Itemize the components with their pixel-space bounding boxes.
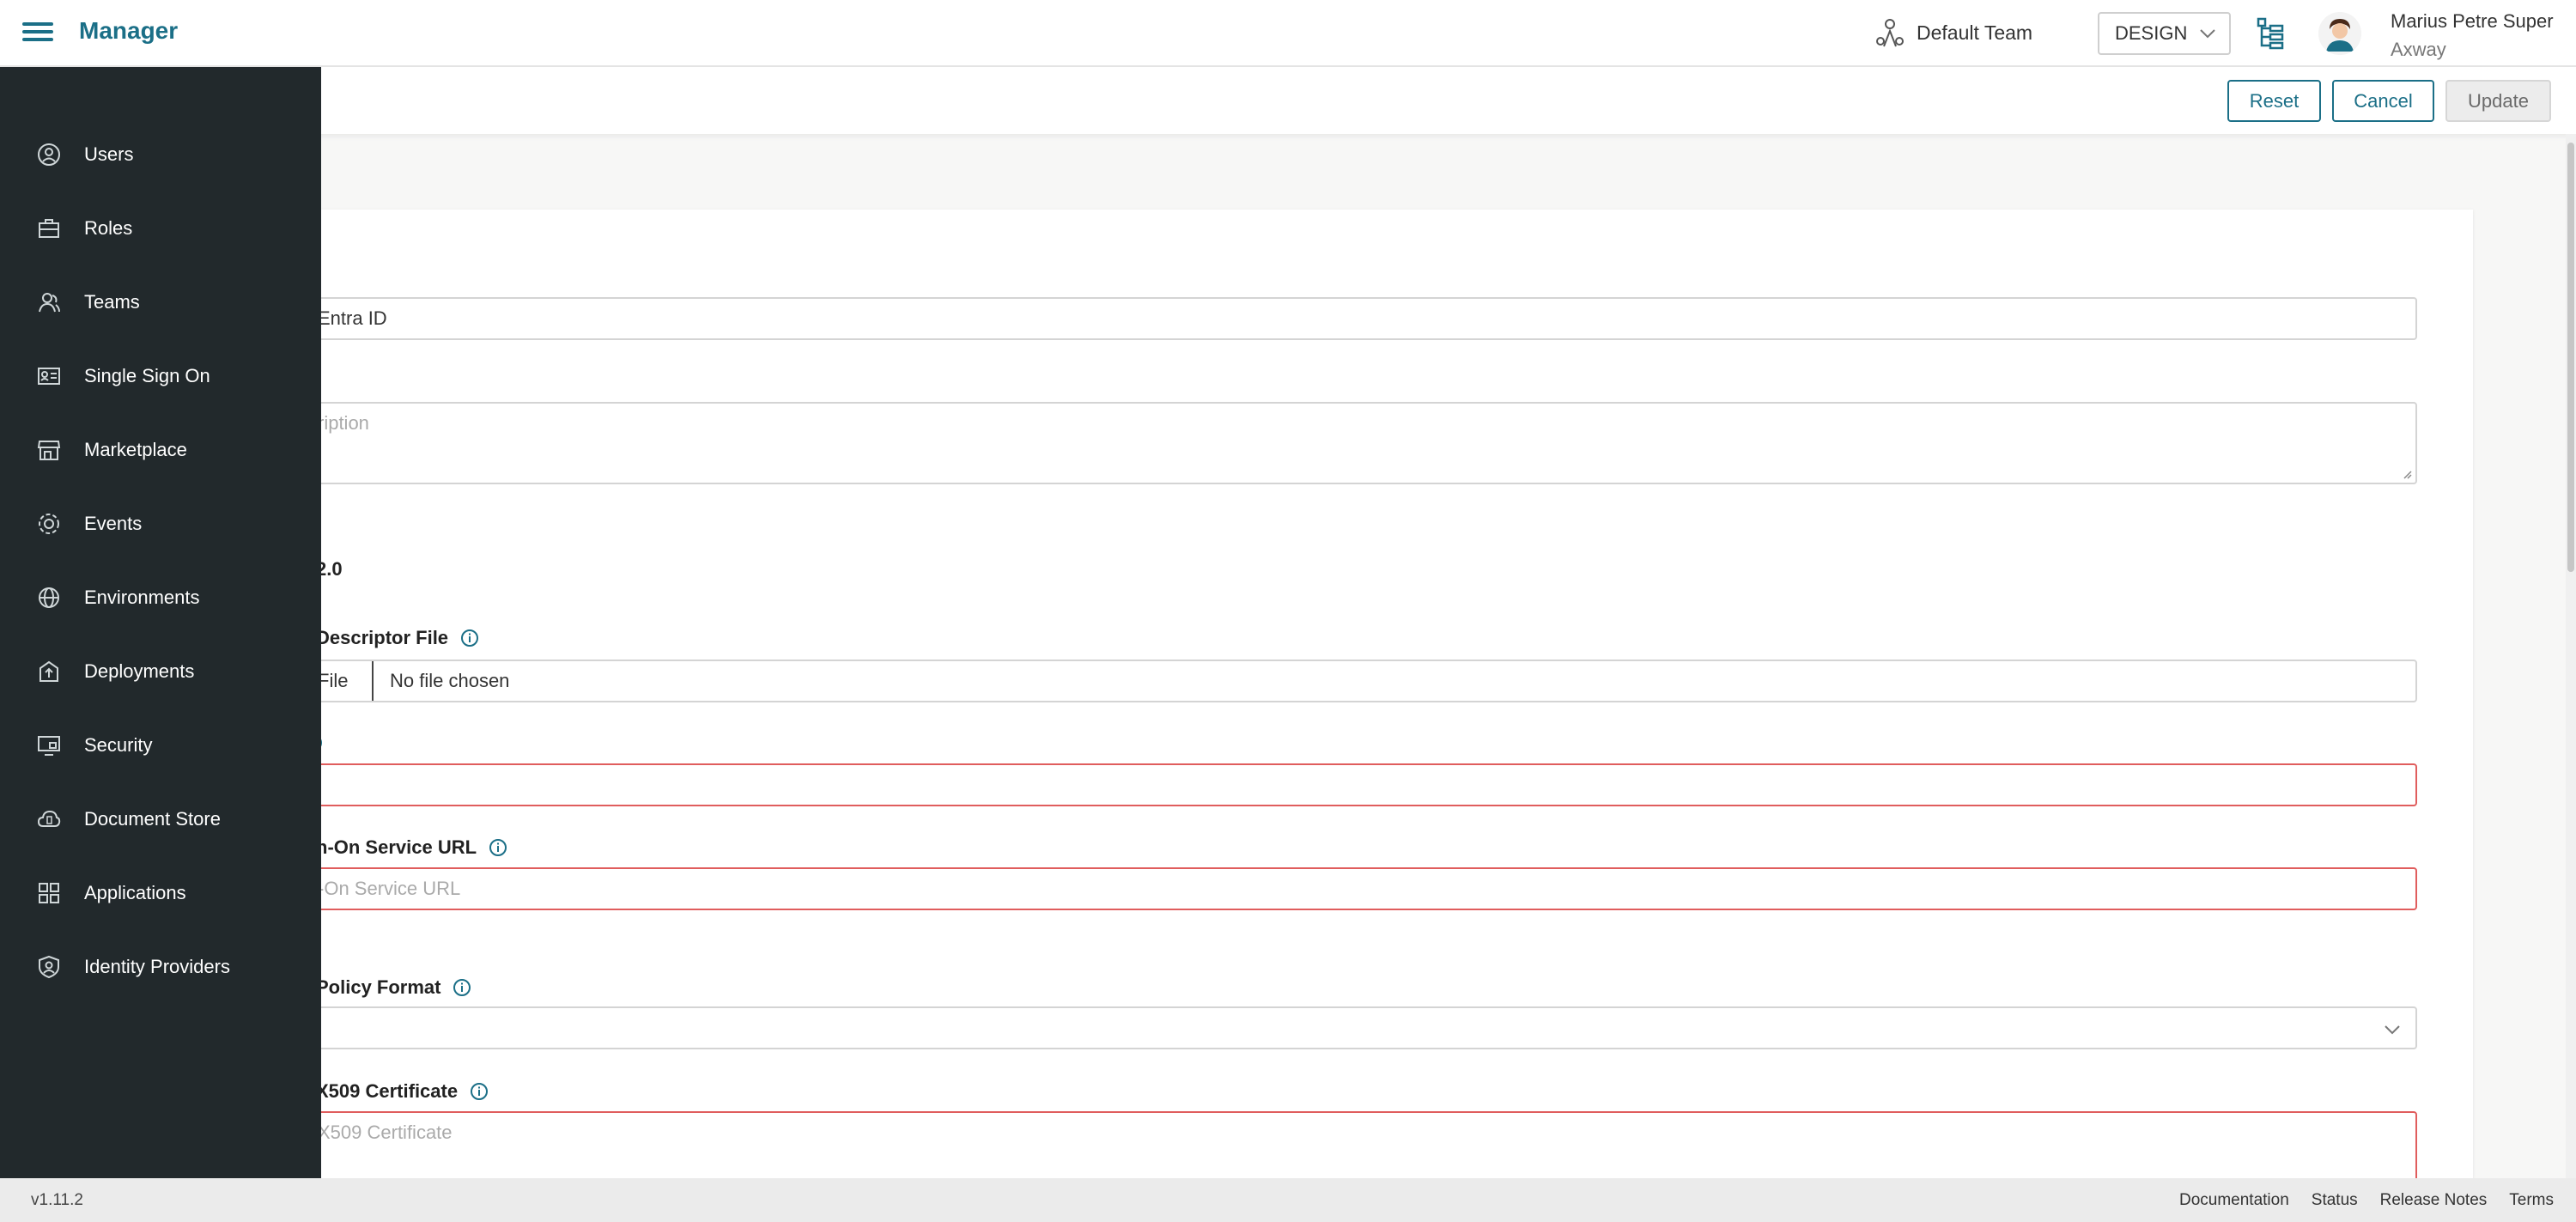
sidebar-item-environments[interactable]: Environments xyxy=(0,561,321,635)
sidebar-nav: Users Roles Teams Single Sign On Marketp… xyxy=(0,67,321,1178)
sso-url-input[interactable]: -On Service URL xyxy=(309,867,2417,910)
file-status: No file chosen xyxy=(390,670,510,691)
sidebar-item-identity-providers[interactable]: Identity Providers xyxy=(0,930,321,1004)
status-link[interactable]: Status xyxy=(2312,1191,2358,1210)
monitor-lock-icon xyxy=(38,736,60,756)
app-version: v1.11.2 xyxy=(31,1191,83,1209)
release-notes-link[interactable]: Release Notes xyxy=(2380,1191,2488,1210)
user-info[interactable]: Marius Petre Super Axway xyxy=(2391,7,2554,64)
sso-url-placeholder: -On Service URL xyxy=(318,878,461,899)
sidebar-item-label: Security xyxy=(84,734,153,756)
id-card-icon xyxy=(38,368,60,385)
resize-handle-icon[interactable] xyxy=(2402,469,2412,479)
x509-certificate-label: X509 Certificate xyxy=(316,1080,489,1103)
hamburger-menu-icon[interactable] xyxy=(22,19,53,46)
store-icon xyxy=(37,441,61,460)
team-switcher[interactable]: Default Team xyxy=(1875,17,2032,48)
sidebar-item-marketplace[interactable]: Marketplace xyxy=(0,413,321,487)
sidebar-item-label: Identity Providers xyxy=(84,956,230,977)
policy-format-label-text: Policy Format xyxy=(316,976,441,998)
environment-select[interactable]: DESIGN xyxy=(2098,12,2231,55)
user-name: Marius Petre Super xyxy=(2391,10,2554,32)
user-avatar-icon xyxy=(2318,12,2361,55)
team-icon xyxy=(39,293,60,313)
sidebar-item-users[interactable]: Users xyxy=(0,118,321,192)
hierarchy-icon[interactable] xyxy=(2257,17,2284,50)
info-icon[interactable] xyxy=(453,978,471,997)
descriptor-file-input[interactable]: File No file chosen xyxy=(309,660,2417,702)
top-header: Manager Default Team DESIGN Marius Petre… xyxy=(0,0,2576,67)
action-bar: Reset Cancel Update xyxy=(0,67,2576,134)
info-icon[interactable] xyxy=(470,1082,489,1101)
entity-id-input[interactable] xyxy=(309,763,2417,806)
identity-provider-form: Entra ID ription 2.0 Descriptor File Fil… xyxy=(305,210,2473,1189)
sidebar-item-deployments[interactable]: Deployments xyxy=(0,635,321,708)
sidebar-item-label: Single Sign On xyxy=(84,365,210,386)
shield-user-icon xyxy=(39,955,59,979)
footer-links: Documentation Status Release Notes Terms xyxy=(2179,1191,2554,1210)
chevron-down-icon xyxy=(2200,29,2215,39)
deploy-icon xyxy=(39,660,58,682)
sidebar-item-label: Events xyxy=(84,513,143,534)
cloud-doc-icon xyxy=(37,810,61,827)
sso-url-label: n-On Service URL xyxy=(316,836,507,859)
globe-icon xyxy=(39,587,59,608)
sidebar-item-label: Teams xyxy=(84,291,140,313)
sidebar-item-events[interactable]: Events xyxy=(0,487,321,561)
page-scrollbar[interactable] xyxy=(2566,134,2576,1178)
description-textarea[interactable]: ription xyxy=(309,402,2417,484)
reset-button[interactable]: Reset xyxy=(2227,80,2321,122)
sidebar-item-teams[interactable]: Teams xyxy=(0,265,321,339)
sidebar-item-single-sign-on[interactable]: Single Sign On xyxy=(0,339,321,413)
documentation-link[interactable]: Documentation xyxy=(2179,1191,2289,1210)
descriptor-file-label-text: Descriptor File xyxy=(316,627,449,648)
scrollbar-thumb[interactable] xyxy=(2567,143,2574,572)
x509-certificate-placeholder: X509 Certificate xyxy=(318,1122,453,1143)
choose-file-label: File xyxy=(318,670,349,691)
update-button[interactable]: Update xyxy=(2445,80,2551,122)
sidebar-item-document-store[interactable]: Document Store xyxy=(0,782,321,856)
cancel-button[interactable]: Cancel xyxy=(2332,80,2434,122)
sidebar-item-security[interactable]: Security xyxy=(0,708,321,782)
sidebar-item-label: Marketplace xyxy=(84,439,187,460)
terms-link[interactable]: Terms xyxy=(2509,1191,2554,1210)
environment-value: DESIGN xyxy=(2115,22,2188,44)
sidebar-item-applications[interactable]: Applications xyxy=(0,856,321,930)
policy-format-label: Policy Format xyxy=(316,976,471,999)
name-input[interactable]: Entra ID xyxy=(309,297,2417,340)
policy-format-select[interactable] xyxy=(309,1006,2417,1049)
apps-icon xyxy=(39,883,59,903)
footer: v1.11.2 Documentation Status Release Not… xyxy=(0,1178,2576,1222)
user-icon xyxy=(38,143,60,166)
sidebar-item-label: Roles xyxy=(84,217,133,239)
descriptor-file-label: Descriptor File xyxy=(316,627,479,649)
description-placeholder: ription xyxy=(318,412,369,434)
team-icon xyxy=(1876,19,1904,47)
sidebar-item-label: Users xyxy=(84,143,134,165)
sso-url-label-text: n-On Service URL xyxy=(316,836,477,858)
x509-certificate-textarea[interactable]: X509 Certificate xyxy=(309,1111,2417,1189)
sidebar-item-label: Document Store xyxy=(84,808,221,830)
info-icon[interactable] xyxy=(460,629,479,647)
team-label: Default Team xyxy=(1917,21,2033,44)
chevron-down-icon xyxy=(2385,1025,2400,1035)
info-icon[interactable] xyxy=(489,838,507,857)
user-org: Axway xyxy=(2391,39,2446,60)
app-title: Manager xyxy=(79,17,179,44)
x509-certificate-label-text: X509 Certificate xyxy=(316,1080,459,1102)
name-value: Entra ID xyxy=(318,307,387,329)
briefcase-icon xyxy=(39,219,59,238)
gear-icon xyxy=(39,514,59,534)
avatar[interactable] xyxy=(2318,12,2361,55)
sidebar-item-roles[interactable]: Roles xyxy=(0,192,321,265)
sidebar-item-label: Deployments xyxy=(84,660,195,682)
sidebar-item-label: Environments xyxy=(84,587,200,608)
sidebar-item-label: Applications xyxy=(84,882,186,903)
